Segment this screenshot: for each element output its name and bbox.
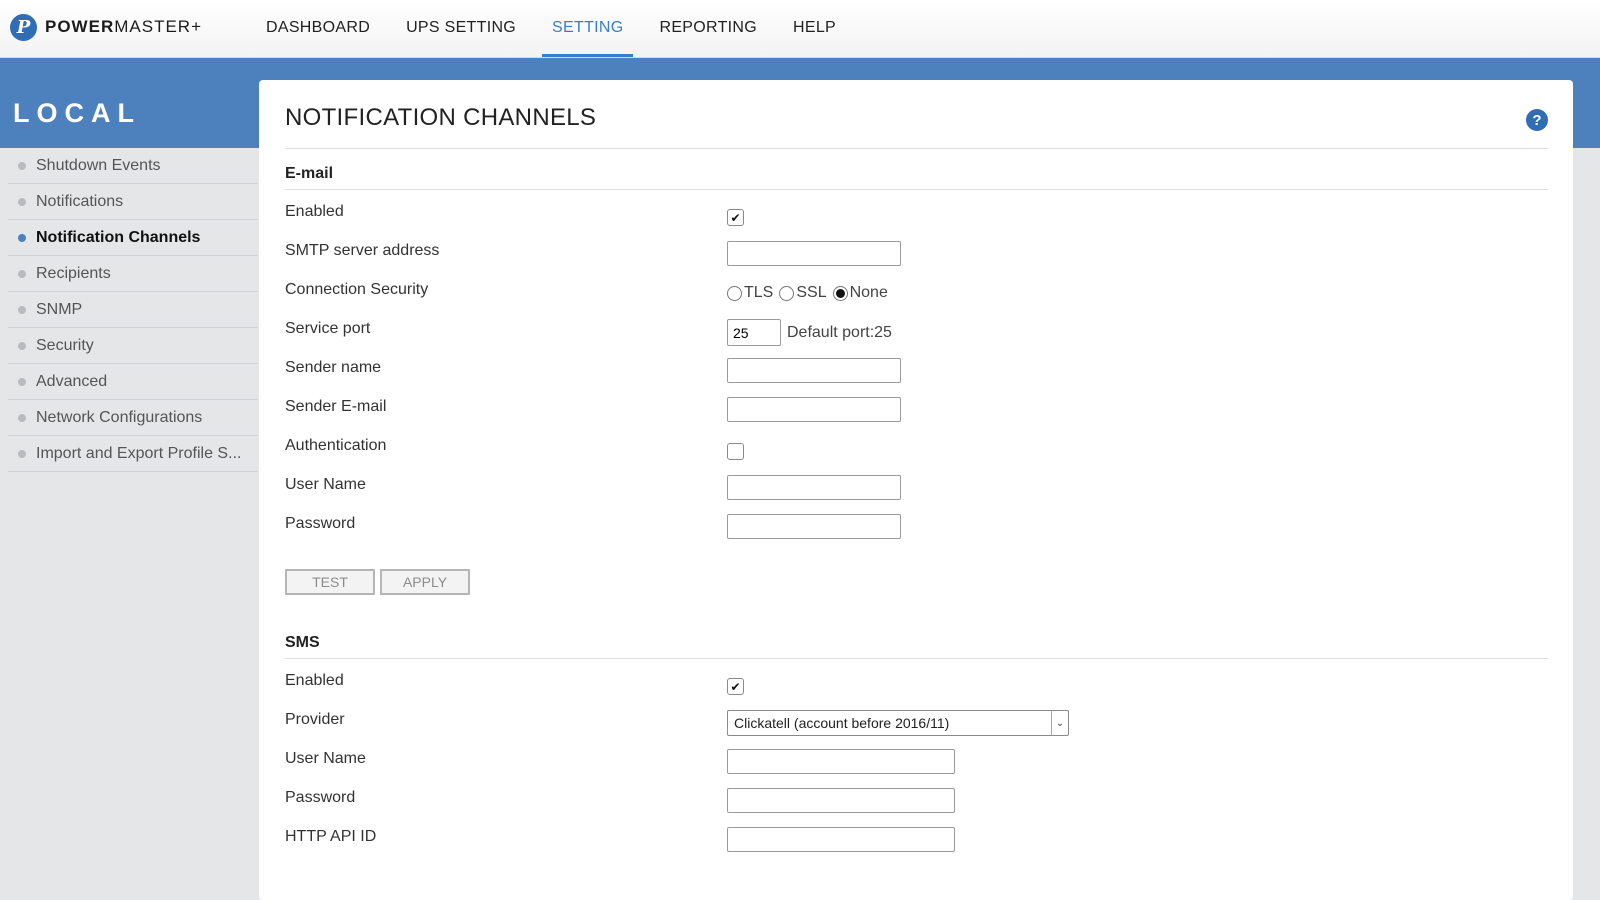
bullet-icon <box>18 377 26 386</box>
test-button[interactable]: TEST <box>285 569 375 595</box>
email-password-input[interactable] <box>727 514 901 539</box>
bullet-icon <box>18 161 26 170</box>
sms-section-title: SMS <box>285 634 320 651</box>
apply-button[interactable]: APPLY <box>380 569 470 595</box>
check-icon: ✔ <box>730 679 741 694</box>
smtp-server-label: SMTP server address <box>285 242 440 259</box>
service-port-row: Default port:25 <box>727 319 892 346</box>
security-none-radio[interactable] <box>832 285 848 301</box>
sms-username-input[interactable] <box>727 749 955 774</box>
nav-ups-setting[interactable]: UPS SETTING <box>388 0 534 57</box>
email-username-label: User Name <box>285 476 366 493</box>
email-section-divider <box>285 189 1548 190</box>
email-enabled-checkbox[interactable]: ✔ <box>727 209 744 226</box>
sidebar-item-advanced[interactable]: Advanced <box>8 364 258 400</box>
title-divider <box>285 148 1548 149</box>
nav-setting[interactable]: SETTING <box>534 0 641 57</box>
http-api-id-input[interactable] <box>727 827 955 852</box>
email-section-title: E-mail <box>285 165 334 182</box>
check-icon: ✔ <box>730 210 741 225</box>
service-port-input[interactable] <box>727 319 781 346</box>
page-title: NOTIFICATION CHANNELS <box>285 104 597 131</box>
sidebar-item-recipients[interactable]: Recipients <box>8 256 258 292</box>
sidebar-item-import-export-profile[interactable]: Import and Export Profile S... <box>8 436 258 472</box>
sms-enabled-label: Enabled <box>285 672 344 689</box>
bullet-icon <box>18 233 26 242</box>
chevron-down-icon: ⌄ <box>1051 711 1068 735</box>
default-port-hint: Default port:25 <box>787 323 892 341</box>
bullet-icon <box>18 305 26 314</box>
sender-email-label: Sender E-mail <box>285 398 387 415</box>
sender-name-label: Sender name <box>285 359 382 376</box>
email-enabled-label: Enabled <box>285 203 344 220</box>
nav-dashboard[interactable]: DASHBOARD <box>248 0 388 57</box>
security-tls-radio[interactable] <box>727 285 742 301</box>
provider-select[interactable]: Clickatell (account before 2016/11) ⌄ <box>727 710 1069 736</box>
app-logo[interactable]: P POWERMASTER+ <box>10 13 202 41</box>
authentication-label: Authentication <box>285 437 387 454</box>
security-ssl-radio[interactable] <box>779 285 795 301</box>
bullet-icon <box>18 449 26 458</box>
sidebar-item-notification-channels[interactable]: Notification Channels <box>8 220 258 256</box>
bullet-icon <box>18 413 26 422</box>
provider-label: Provider <box>285 711 345 728</box>
sms-username-label: User Name <box>285 750 366 767</box>
sidebar-item-snmp[interactable]: SNMP <box>8 292 258 328</box>
email-username-input[interactable] <box>727 475 901 500</box>
sender-email-input[interactable] <box>727 397 901 422</box>
powermaster-logo-icon: P <box>10 13 37 41</box>
sidebar: Shutdown Events Notifications Notificati… <box>8 148 258 472</box>
email-password-label: Password <box>285 515 356 532</box>
connection-security-label: Connection Security <box>285 281 429 298</box>
sidebar-title: LOCAL <box>13 98 141 128</box>
main-nav: DASHBOARD UPS SETTING SETTING REPORTING … <box>248 0 854 57</box>
provider-selected-value: Clickatell (account before 2016/11) <box>734 715 950 731</box>
smtp-server-input[interactable] <box>727 241 901 266</box>
nav-reporting[interactable]: REPORTING <box>641 0 775 57</box>
authentication-checkbox[interactable] <box>727 443 744 460</box>
http-api-id-label: HTTP API ID <box>285 828 377 845</box>
nav-help[interactable]: HELP <box>775 0 854 57</box>
sender-name-input[interactable] <box>727 358 901 383</box>
sms-password-input[interactable] <box>727 788 955 813</box>
sidebar-item-network-configurations[interactable]: Network Configurations <box>8 400 258 436</box>
main-panel: NOTIFICATION CHANNELS ? E-mail Enabled ✔… <box>259 80 1573 900</box>
bullet-icon <box>18 197 26 206</box>
sms-section-divider <box>285 658 1548 659</box>
sms-password-label: Password <box>285 789 356 806</box>
top-bar: P POWERMASTER+ DASHBOARD UPS SETTING SET… <box>0 0 1600 58</box>
bullet-icon <box>18 269 26 278</box>
help-icon[interactable]: ? <box>1526 109 1548 131</box>
sidebar-item-notifications[interactable]: Notifications <box>8 184 258 220</box>
connection-security-group: TLS SSL None <box>727 284 894 302</box>
bullet-icon <box>18 341 26 350</box>
brand-name: POWERMASTER+ <box>45 17 203 36</box>
service-port-label: Service port <box>285 320 371 337</box>
sidebar-item-shutdown-events[interactable]: Shutdown Events <box>8 148 258 184</box>
sidebar-item-security[interactable]: Security <box>8 328 258 364</box>
sms-enabled-checkbox[interactable]: ✔ <box>727 678 744 695</box>
